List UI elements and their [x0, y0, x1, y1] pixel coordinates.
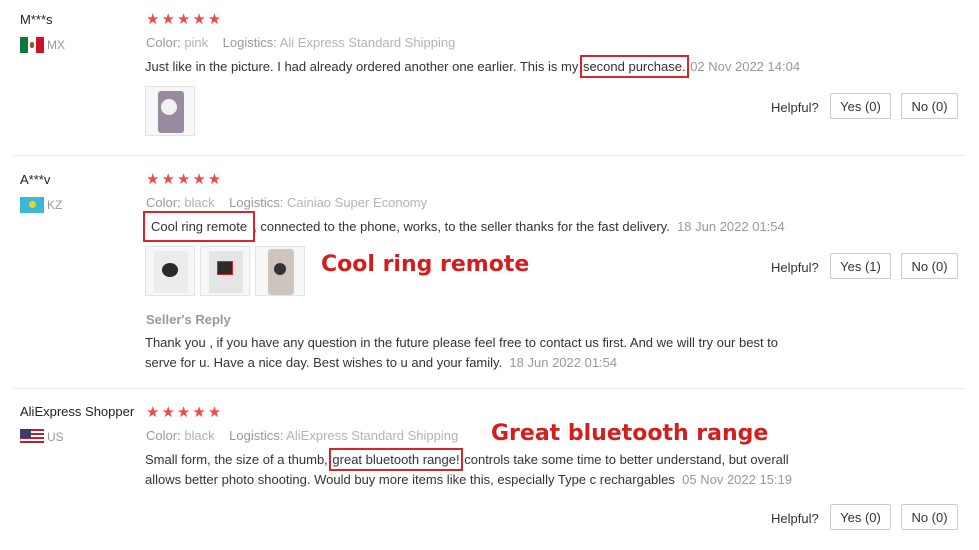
logistics-value: AliExpress Standard Shipping — [286, 428, 459, 443]
divider — [14, 155, 965, 156]
review-date: 02 Nov 2022 14:04 — [690, 59, 801, 74]
yes-button[interactable]: Yes (0) — [830, 93, 891, 119]
review-photo[interactable] — [200, 246, 250, 296]
order-meta: Color: black Logistics: AliExpress Stand… — [146, 428, 458, 443]
reviewer-name: A***v — [20, 172, 51, 187]
review-text-part: controls take some time to better unders… — [460, 452, 789, 467]
logistics-label: Logistics: — [222, 35, 277, 50]
seller-reply-date: 18 Jun 2022 01:54 — [509, 355, 618, 370]
order-meta: Color: pink Logistics: Ali Express Stand… — [146, 35, 455, 50]
rating-stars: ★★★★★ — [146, 404, 224, 421]
logistics-label: Logistics: — [229, 195, 284, 210]
yes-button[interactable]: Yes (1) — [830, 253, 891, 279]
color-value: black — [184, 428, 215, 443]
seller-reply-line-2: serve for u. Have a nice day. Best wishe… — [145, 353, 778, 373]
seller-reply-title: Seller's Reply — [146, 312, 231, 327]
review-text: Cool ring remote, connected to the phone… — [142, 211, 785, 242]
mexico-flag-icon — [20, 37, 44, 53]
review-text: Small form, the size of a thumb, great b… — [145, 448, 845, 490]
kazakhstan-flag-icon — [20, 197, 44, 213]
yes-button[interactable]: Yes (0) — [830, 504, 891, 530]
country-code: KZ — [47, 198, 63, 212]
color-value: black — [184, 195, 215, 210]
no-button[interactable]: No (0) — [901, 93, 958, 119]
reviewer-name: AliExpress Shopper — [20, 404, 135, 419]
logistics-value: Ali Express Standard Shipping — [279, 35, 456, 50]
no-button[interactable]: No (0) — [901, 504, 958, 530]
seller-reply-line: Thank you , if you have any question in … — [145, 335, 779, 350]
review-text-part: Small form, the size of a thumb, — [145, 452, 332, 467]
review-text: Just like in the picture. I had already … — [145, 55, 801, 78]
annotation-bluetooth: Great bluetooth range — [491, 421, 769, 446]
helpful-label: Helpful? — [771, 100, 819, 115]
highlight-box: great bluetooth range! — [329, 448, 463, 471]
reviewer-country: MX — [20, 37, 65, 53]
logistics-label: Logistics: — [229, 428, 284, 443]
seller-reply-text: Thank you , if you have any question in … — [145, 333, 778, 373]
color-value: pink — [184, 35, 209, 50]
usa-flag-icon — [20, 429, 44, 445]
review-date: 18 Jun 2022 01:54 — [677, 219, 785, 234]
review-photo[interactable] — [145, 246, 195, 296]
reviewer-name: M***s — [20, 12, 53, 27]
country-code: MX — [47, 38, 65, 52]
review-text-part: allows better photo shooting. Would buy … — [145, 472, 675, 487]
review-date: 05 Nov 2022 15:19 — [682, 472, 793, 487]
review-text-line: allows better photo shooting. Would buy … — [145, 470, 845, 490]
review-text-part: , connected to the phone, works, to the … — [253, 219, 670, 234]
color-label: Color: — [146, 195, 181, 210]
no-button[interactable]: No (0) — [901, 253, 958, 279]
color-label: Color: — [146, 428, 181, 443]
rating-stars: ★★★★★ — [146, 171, 224, 188]
helpful-label: Helpful? — [771, 511, 819, 526]
annotation-cool-ring: Cool ring remote — [321, 252, 530, 277]
seller-reply-line: serve for u. Have a nice day. Best wishe… — [145, 355, 503, 370]
helpful-label: Helpful? — [771, 260, 819, 275]
review-photo[interactable] — [145, 86, 195, 136]
reviewer-country: US — [20, 429, 64, 445]
reviewer-country: KZ — [20, 197, 62, 213]
review-photo[interactable] — [255, 246, 305, 296]
review-text-part: Just like in the picture. I had already … — [145, 59, 582, 74]
country-code: US — [47, 430, 64, 444]
highlight-box: Cool ring remote — [142, 211, 256, 242]
divider — [14, 388, 965, 389]
order-meta: Color: black Logistics: Cainiao Super Ec… — [146, 195, 427, 210]
color-label: Color: — [146, 35, 181, 50]
rating-stars: ★★★★★ — [146, 11, 224, 28]
review-text-line: Small form, the size of a thumb, great b… — [145, 448, 845, 471]
logistics-value: Cainiao Super Economy — [286, 195, 428, 210]
highlight-box: second purchase. — [579, 55, 689, 78]
